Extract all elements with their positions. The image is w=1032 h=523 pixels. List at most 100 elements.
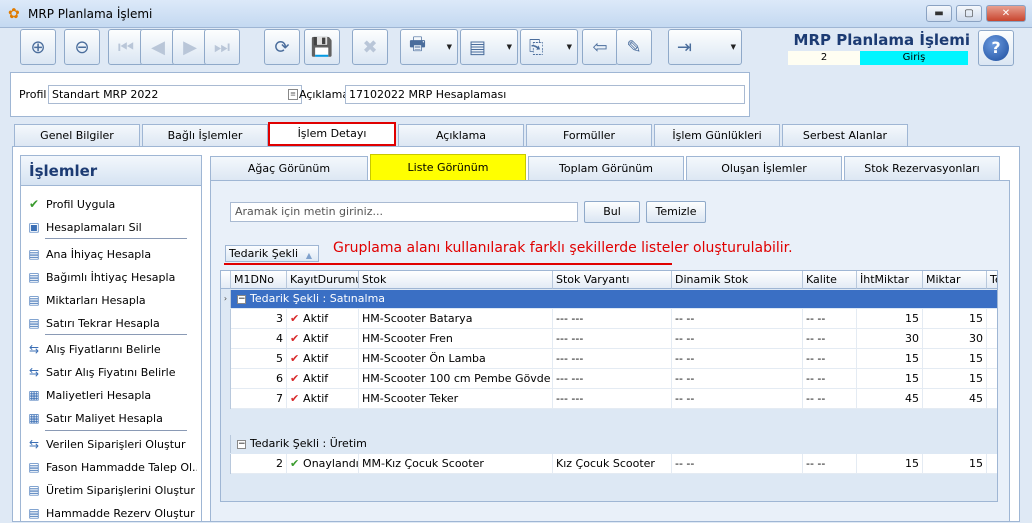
- exit-button[interactable]: ⇥: [668, 29, 742, 65]
- mrp-grid: M1DNo KayıtDurumu Stok Stok Varyantı Dinamik…: [220, 270, 998, 502]
- group-title: Tedarik Şekli : Satınalma: [250, 292, 386, 305]
- column-header[interactable]: Stok Varyantı: [553, 271, 672, 289]
- close-button[interactable]: ✕: [986, 5, 1026, 22]
- first-record-button[interactable]: ⏮: [108, 29, 144, 65]
- cell-stock: HM-Scooter Ön Lamba: [359, 349, 553, 369]
- operation-item[interactable]: ▤ Bağımlı İhtiyaç Hesapla: [27, 267, 197, 287]
- description-label: Açıklama: [299, 88, 350, 101]
- column-header[interactable]: Stok: [359, 271, 553, 289]
- collapse-icon[interactable]: −: [237, 439, 246, 449]
- operation-label: Verilen Siparişleri Oluştur: [46, 437, 186, 451]
- operation-item[interactable]: ▤ Miktarları Hesapla: [27, 290, 197, 310]
- tab-description[interactable]: Açıklama: [398, 124, 524, 146]
- new-record-button[interactable]: ⊕: [20, 29, 56, 65]
- collapse-icon[interactable]: −: [237, 294, 246, 304]
- delete-record-button[interactable]: ⊖: [64, 29, 100, 65]
- operation-item[interactable]: ⇆ Alış Fiyatlarını Belirle: [27, 339, 197, 359]
- operation-label: Üretim Siparişlerini Oluştur: [46, 483, 195, 497]
- column-header[interactable]: KayıtDurumu: [287, 271, 359, 289]
- table-row[interactable]: 2 ✔ Onaylandı MM-Kız Çocuk Scooter Kız Çocu…: [221, 454, 997, 474]
- column-header[interactable]: Miktar: [923, 271, 987, 289]
- copy-button[interactable]: ⎘: [520, 29, 578, 65]
- cancel-save-button[interactable]: ✖: [352, 29, 388, 65]
- save-button[interactable]: 💾: [304, 29, 340, 65]
- status-text: Aktif: [303, 332, 329, 345]
- tab-total-view[interactable]: Toplam Görünüm: [528, 156, 684, 180]
- clear-button[interactable]: Temizle: [646, 201, 706, 223]
- cell-variant: --- ---: [553, 309, 672, 329]
- operation-item[interactable]: ▤ Ana İhiyaç Hesapla: [27, 244, 197, 264]
- operation-item[interactable]: ▦ Satır Maliyet Hesapla: [27, 408, 197, 428]
- operation-item[interactable]: ▣ Hesaplamaları Sil: [27, 217, 197, 237]
- column-header[interactable]: M1DNo: [231, 271, 287, 289]
- operation-item[interactable]: ▤ Üretim Siparişlerini Oluştur: [27, 480, 197, 500]
- tab-free-fields[interactable]: Serbest Alanlar: [782, 124, 908, 146]
- operation-item[interactable]: ⇆ Satır Alış Fiyatını Belirle: [27, 362, 197, 382]
- column-header[interactable]: İhtMiktar: [857, 271, 923, 289]
- operation-item[interactable]: ▤ Satırı Tekrar Hesapla: [27, 313, 197, 333]
- tools-icon: ✎: [626, 36, 642, 58]
- lookup-icon[interactable]: ≡: [288, 89, 298, 100]
- column-header[interactable]: Dinamik Stok: [672, 271, 803, 289]
- table-row[interactable]: 5 ✔ Aktif HM-Scooter Ön Lamba --- --- -- -- -…: [221, 349, 997, 369]
- table-row[interactable]: 4 ✔ Aktif HM-Scooter Fren --- --- -- -- -- --…: [221, 329, 997, 349]
- status-text: Onaylandı: [303, 457, 359, 470]
- group-row[interactable]: − Tedarik Şekli : Üretim: [221, 435, 997, 453]
- cell-req: 15: [857, 349, 923, 369]
- status-check-icon: ✔: [290, 457, 304, 470]
- cell-dynamic: -- --: [672, 349, 803, 369]
- import-button[interactable]: ⇦: [582, 29, 618, 65]
- new-record-icon: ⊕: [30, 36, 46, 58]
- row-indicator: [221, 454, 231, 474]
- cell-stock: MM-Kız Çocuk Scooter: [359, 454, 553, 474]
- first-record-icon: ⏮: [117, 36, 135, 58]
- table-row[interactable]: 6 ✔ Aktif HM-Scooter 100 cm Pembe Gövde ---…: [221, 369, 997, 389]
- last-record-icon: ⏭: [213, 36, 231, 58]
- tab-formulas[interactable]: Formüller: [526, 124, 652, 146]
- table-row[interactable]: 7 ✔ Aktif HM-Scooter Teker --- --- -- -- -- -…: [221, 389, 997, 409]
- cell-status: ✔ Aktif: [287, 349, 359, 369]
- tab-linked-operations[interactable]: Bağlı İşlemler: [142, 124, 268, 146]
- description-field[interactable]: 17102022 MRP Hesaplaması: [345, 85, 745, 104]
- sort-up-icon[interactable]: ▲: [306, 248, 312, 263]
- status-check-icon: ✔: [290, 312, 304, 325]
- cell-status: ✔ Aktif: [287, 369, 359, 389]
- next-record-button[interactable]: ▶: [172, 29, 208, 65]
- profile-field[interactable]: Standart MRP 2022 ≡: [48, 85, 302, 104]
- record-number: 2: [788, 51, 860, 65]
- last-record-button[interactable]: ⏭: [204, 29, 240, 65]
- tab-operation-logs[interactable]: İşlem Günlükleri: [654, 124, 780, 146]
- tab-list-view[interactable]: Liste Görünüm: [370, 154, 526, 181]
- tools-button[interactable]: ✎: [616, 29, 652, 65]
- tab-general-info[interactable]: Genel Bilgiler: [14, 124, 140, 146]
- operation-item[interactable]: ⇆ Verilen Siparişleri Oluştur: [27, 434, 197, 454]
- tab-stock-reservations[interactable]: Stok Rezervasyonları: [844, 156, 1000, 180]
- group-row[interactable]: − Tedarik Şekli : Satınalma: [221, 290, 997, 308]
- find-button[interactable]: Bul: [584, 201, 640, 223]
- tab-tree-view[interactable]: Ağaç Görünüm: [210, 156, 368, 180]
- cell-variant: Kız Çocuk Scooter: [553, 454, 672, 474]
- operation-icon: ▣: [28, 220, 40, 234]
- refresh-button[interactable]: ⟳: [264, 29, 300, 65]
- search-input[interactable]: Aramak için metin giriniz...: [230, 202, 578, 222]
- previous-record-button[interactable]: ◀: [140, 29, 176, 65]
- table-row[interactable]: 3 ✔ Aktif HM-Scooter Batarya --- --- -- -- --…: [221, 309, 997, 329]
- print-button[interactable]: 🖶: [400, 29, 458, 65]
- minimize-button[interactable]: ▬: [926, 5, 952, 22]
- column-header[interactable]: Kalite: [803, 271, 857, 289]
- help-button[interactable]: ?: [978, 30, 1014, 66]
- pdf-export-button[interactable]: ▤: [460, 29, 518, 65]
- operation-item[interactable]: ✔ Profil Uygula: [27, 194, 197, 214]
- operation-label: Fason Hammadde Talep Ol...: [46, 460, 197, 474]
- operation-label: Hesaplamaları Sil: [46, 220, 142, 234]
- operation-item[interactable]: ▦ Maliyetleri Hesapla: [27, 385, 197, 405]
- tab-created-operations[interactable]: Oluşan İşlemler: [686, 156, 842, 180]
- group-by-chip[interactable]: Tedarik Şekli ▲: [225, 245, 319, 262]
- column-header[interactable]: Te: [987, 271, 997, 289]
- operation-item[interactable]: ▤ Hammadde Rezerv Oluştur: [27, 503, 197, 523]
- operation-item[interactable]: ▤ Fason Hammadde Talep Ol...: [27, 457, 197, 477]
- tab-operation-detail[interactable]: İşlem Detayı: [268, 122, 396, 146]
- exit-icon: ⇥: [677, 36, 693, 58]
- operation-icon: ⇆: [28, 342, 40, 356]
- maximize-button[interactable]: ▢: [956, 5, 982, 22]
